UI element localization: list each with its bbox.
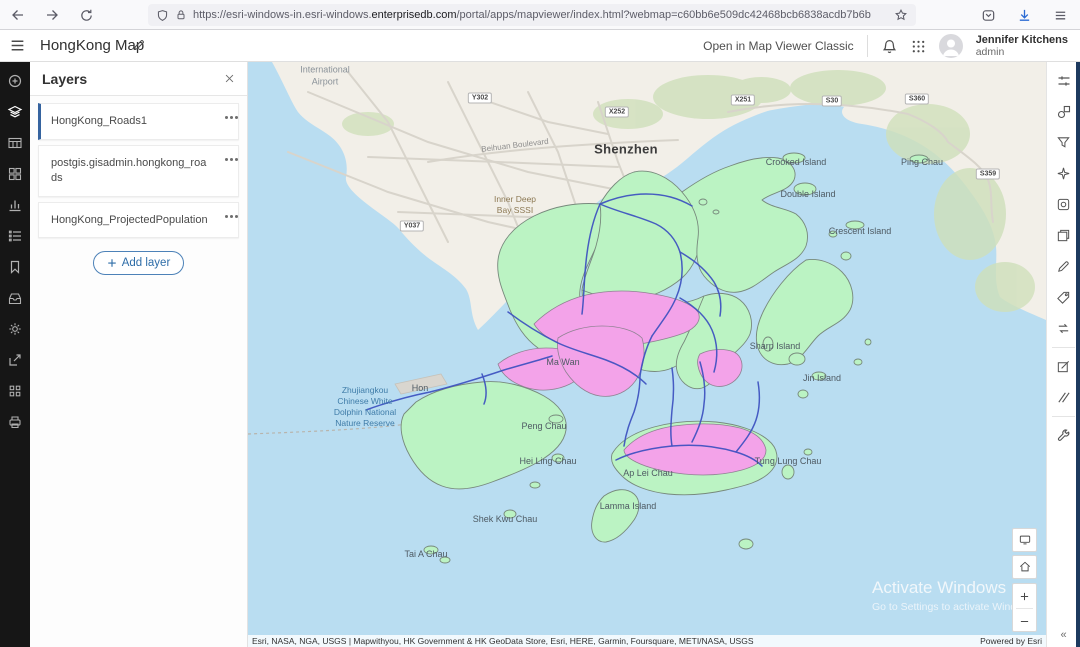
zoom-in-button[interactable] bbox=[1013, 584, 1036, 608]
bookmarks-icon[interactable] bbox=[0, 251, 30, 282]
header-divider bbox=[867, 35, 868, 57]
layer-name: HongKong_Roads1 bbox=[51, 115, 147, 127]
close-icon[interactable] bbox=[224, 73, 235, 84]
mobile-apps-icon[interactable] bbox=[0, 375, 30, 406]
print-icon[interactable] bbox=[0, 406, 30, 437]
layer-options-icon[interactable] bbox=[225, 116, 228, 119]
app-window: https://esri-windows-in.esri-windows.ent… bbox=[0, 0, 1080, 647]
map-canvas[interactable]: International AirportShenzhenBeihuan Bou… bbox=[248, 62, 1046, 647]
avatar[interactable] bbox=[939, 34, 963, 58]
fullscreen-button[interactable] bbox=[1012, 528, 1037, 552]
browser-toolbar: https://esri-windows-in.esri-windows.ent… bbox=[0, 0, 1080, 30]
layers-panel-title: Layers bbox=[42, 71, 87, 87]
map-title: HongKong Map bbox=[40, 37, 144, 54]
hamburger-icon[interactable] bbox=[9, 37, 26, 54]
zoom-controls bbox=[1012, 583, 1037, 632]
attribution-text: Esri, NASA, NGA, USGS | Mapwithyou, HK G… bbox=[252, 636, 754, 646]
settings-toolbar: « bbox=[1046, 62, 1080, 647]
browser-menu-icon[interactable] bbox=[1048, 3, 1072, 27]
legend-icon[interactable] bbox=[0, 220, 30, 251]
bookmark-star-icon[interactable] bbox=[894, 8, 908, 22]
basemap bbox=[248, 62, 1046, 647]
layer-item[interactable]: HongKong_Roads1 bbox=[38, 103, 239, 140]
user-role: admin bbox=[976, 46, 1068, 58]
home-button[interactable] bbox=[1012, 555, 1037, 579]
app-header: HongKong Map Open in Map Viewer Classic … bbox=[0, 30, 1080, 62]
map-attribution: Esri, NASA, NGA, USGS | Mapwithyou, HK G… bbox=[248, 635, 1046, 647]
zoom-out-button[interactable] bbox=[1013, 609, 1036, 633]
layer-options-icon[interactable] bbox=[225, 158, 228, 161]
charts-icon[interactable] bbox=[0, 189, 30, 220]
layers-icon[interactable] bbox=[0, 96, 30, 127]
notifications-bell-icon[interactable] bbox=[881, 38, 898, 55]
url-bar[interactable]: https://esri-windows-in.esri-windows.ent… bbox=[148, 4, 916, 26]
forward-icon[interactable] bbox=[40, 3, 64, 27]
layer-name: HongKong_ProjectedPopulation bbox=[51, 214, 208, 226]
add-layer-button[interactable]: Add layer bbox=[93, 251, 185, 275]
add-layer-icon[interactable] bbox=[0, 65, 30, 96]
activate-windows-watermark: Activate Windows Go to Settings to activ… bbox=[872, 578, 1035, 613]
window-edge bbox=[1076, 62, 1080, 647]
lock-icon[interactable] bbox=[175, 9, 187, 21]
map-properties-icon[interactable] bbox=[0, 313, 30, 344]
layers-panel: Layers HongKong_Roads1 postgis.gisadmin.… bbox=[30, 62, 248, 647]
user-name: Jennifer Kitchens bbox=[976, 34, 1068, 46]
back-icon[interactable] bbox=[6, 3, 30, 27]
powered-by-esri: Powered by Esri bbox=[980, 636, 1042, 646]
layer-name: postgis.gisadmin.hongkong_roads bbox=[51, 157, 206, 184]
pocket-icon[interactable] bbox=[976, 3, 1000, 27]
reload-icon[interactable] bbox=[74, 3, 98, 27]
contents-toolbar bbox=[0, 62, 30, 647]
tables-icon[interactable] bbox=[0, 127, 30, 158]
save-open-icon[interactable] bbox=[0, 282, 30, 313]
share-icon[interactable] bbox=[0, 344, 30, 375]
user-info[interactable]: Jennifer Kitchens admin bbox=[976, 34, 1068, 58]
layer-item[interactable]: postgis.gisadmin.hongkong_roads bbox=[38, 145, 239, 197]
layer-item[interactable]: HongKong_ProjectedPopulation bbox=[38, 202, 239, 239]
layer-options-icon[interactable] bbox=[225, 215, 228, 218]
app-launcher-grid-icon[interactable] bbox=[911, 39, 926, 54]
open-classic-link[interactable]: Open in Map Viewer Classic bbox=[703, 39, 854, 53]
edit-pencil-icon[interactable] bbox=[132, 38, 146, 52]
url-text: https://esri-windows-in.esri-windows.ent… bbox=[193, 9, 871, 21]
download-icon[interactable] bbox=[1012, 3, 1036, 27]
tracking-shield-icon[interactable] bbox=[156, 9, 169, 22]
basemap-icon[interactable] bbox=[0, 158, 30, 189]
